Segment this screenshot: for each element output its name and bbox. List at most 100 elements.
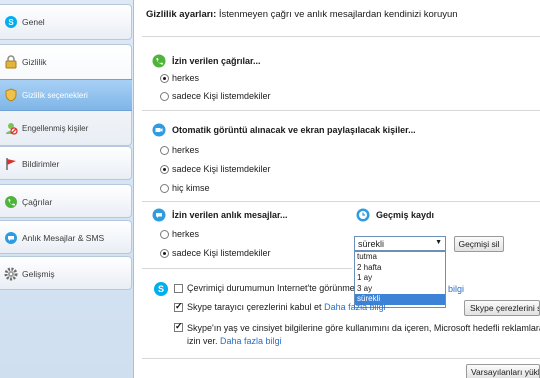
video-radio-everyone[interactable]: herkes [160,145,199,155]
online-status-checkbox[interactable]: Çevrimiçi durumumun Internet'te görünme [174,283,355,293]
sidebar-item-advanced[interactable]: Gelişmiş [0,257,132,291]
history-select-value: sürekli [358,238,385,249]
phone-icon [152,54,166,68]
history-option[interactable]: 3 ay [355,284,445,295]
divider [142,110,540,111]
checkbox[interactable] [174,301,183,312]
skype-icon: S [4,15,18,29]
settings-panel: Gizlilik ayarları: İstenmeyen çağrı ve a… [134,0,540,378]
radio-label: herkes [172,73,200,83]
clear-history-button[interactable]: Geçmişi sil [454,236,504,252]
sidebar-item-label: Genel [22,17,45,27]
im-heading-text: İzin verilen anlık mesajlar... [172,210,288,220]
gear-icon [4,267,18,281]
sidebar-group-privacy: Gizlilik Gizlilik seçenekleri Engellenmi… [0,44,132,146]
history-dropdown: tutma 2 hafta 1 ay 3 ay sürekli [354,251,446,308]
shield-icon [4,88,18,102]
online-status-more-link[interactable]: bilgi [448,284,464,294]
divider [142,36,540,37]
radio-dot[interactable] [160,73,169,83]
radio-dot[interactable] [160,145,169,155]
history-option[interactable]: 1 ay [355,273,445,284]
im-radio-contacts[interactable]: sadece Kişi listemdekiler [160,248,271,258]
history-option[interactable]: 2 hafta [355,263,445,274]
video-heading: Otomatik görüntü alınacak ve ekran payla… [152,123,416,137]
sidebar-item-label: Anlık Mesajlar & SMS [22,233,105,243]
radio-label: herkes [172,145,200,155]
video-heading-text: Otomatik görüntü alınacak ve ekran payla… [172,125,416,135]
checkbox-label: Skype tarayıcı çerezlerini kabul et [187,302,322,312]
calls-heading: İzin verilen çağrılar... [152,54,261,68]
divider [142,358,540,359]
sidebar-item-im-sms[interactable]: Anlık Mesajlar & SMS [0,221,132,255]
video-radio-contacts[interactable]: sadece Kişi listemdekiler [160,164,271,174]
page-title-bold: Gizlilik ayarları: [146,9,217,20]
calls-radio-contacts[interactable]: sadece Kişi listemdekiler [160,91,271,101]
history-option[interactable]: tutma [355,252,445,263]
ads-more-link[interactable]: Daha fazla bilgi [220,336,282,346]
delete-cookies-button[interactable]: Skype çerezlerini sil [464,300,540,316]
sidebar-group-messaging: Anlık Mesajlar & SMS [0,220,132,254]
radio-dot[interactable] [160,229,169,239]
radio-label: sadece Kişi listemdekiler [172,91,271,101]
svg-text:S: S [8,18,14,27]
radio-label: sadece Kişi listemdekiler [172,164,271,174]
sidebar-item-notifications[interactable]: Bildirimler [0,147,132,181]
sidebar-item-blocked-contacts[interactable]: Engellenmiş kişiler [0,112,132,144]
blocked-user-icon [4,121,18,135]
sidebar-group-general: S Genel [0,4,132,40]
flag-icon [4,157,18,171]
page-title-rest: İstenmeyen çağrı ve anlık mesajlardan ke… [216,9,458,20]
history-heading: Geçmiş kaydı [356,208,434,222]
sidebar: S Genel Gizlilik Gizlilik seçenekleri En… [0,0,134,378]
phone-icon [4,195,18,209]
cookies-more-link[interactable]: Daha fazla bilgi [324,302,386,312]
sidebar-item-privacy[interactable]: Gizlilik [0,45,132,79]
radio-label: hiç kimse [172,183,210,193]
radio-label: sadece Kişi listemdekiler [172,248,271,258]
history-heading-text: Geçmiş kaydı [376,210,435,220]
history-select[interactable]: sürekli ▼ [354,236,446,251]
sidebar-item-label: Gelişmiş [22,269,55,279]
sidebar-item-label: Engellenmiş kişiler [22,123,89,133]
ads-checkbox[interactable]: Skype'ın yaş ve cinsiyet bilgilerine gör… [174,321,540,348]
sidebar-item-label: Gizlilik seçenekleri [22,90,88,100]
video-radio-nobody[interactable]: hiç kimse [160,183,210,193]
calls-heading-text: İzin verilen çağrılar... [172,56,261,66]
im-radio-everyone[interactable]: herkes [160,229,199,239]
divider [142,268,352,269]
sidebar-item-calls[interactable]: Çağrılar [0,185,132,219]
ads-text-line1: Skype'ın yaş ve cinsiyet bilgilerine gör… [187,323,540,333]
im-heading: İzin verilen anlık mesajlar... [152,208,288,222]
radio-dot[interactable] [160,164,169,174]
video-icon [152,123,166,137]
radio-dot[interactable] [160,91,169,101]
sidebar-group-advanced: Gelişmiş [0,256,132,290]
calls-radio-everyone[interactable]: herkes [160,73,199,83]
chevron-down-icon[interactable]: ▼ [435,239,442,246]
radio-dot[interactable] [160,183,169,193]
lock-icon [4,55,18,69]
checkbox[interactable] [174,284,183,293]
skype-icon: S [154,282,168,296]
checkbox-label: Çevrimiçi durumumun Internet'te görünme [187,283,355,293]
chat-icon [4,231,18,245]
sidebar-group-calls: Çağrılar [0,184,132,218]
divider [142,201,540,202]
checkbox-label: Skype'ın yaş ve cinsiyet bilgilerine gör… [187,322,540,348]
sidebar-item-label: Bildirimler [22,159,60,169]
radio-label: herkes [172,229,200,239]
sidebar-item-general[interactable]: S Genel [0,5,132,39]
chat-icon [152,208,166,222]
load-defaults-button[interactable]: Varsayılanları yükle [466,364,540,378]
sidebar-item-privacy-options[interactable]: Gizlilik seçenekleri [0,79,132,111]
radio-dot[interactable] [160,248,169,258]
cookies-checkbox[interactable]: Skype tarayıcı çerezlerini kabul et Daha… [174,301,386,312]
sidebar-group-notifications: Bildirimler [0,146,132,180]
sidebar-item-label: Gizlilik [22,57,47,67]
page-title: Gizlilik ayarları: İstenmeyen çağrı ve a… [146,9,458,20]
clock-icon [356,208,370,222]
checkbox[interactable] [174,321,183,332]
sidebar-item-label: Çağrılar [22,197,53,207]
ads-text-line2: izin ver. [187,336,218,346]
